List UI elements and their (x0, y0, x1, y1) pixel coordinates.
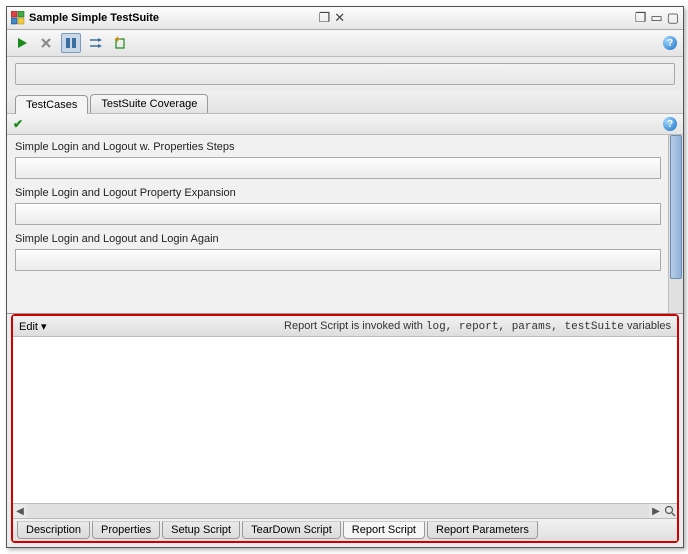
testcase-label: Simple Login and Logout Property Expansi… (15, 187, 661, 199)
tab-coverage[interactable]: TestSuite Coverage (90, 94, 208, 113)
maximize-icon[interactable]: ▢ (667, 12, 679, 25)
minimize-icon[interactable]: ▭ (650, 12, 662, 25)
detach-icon[interactable]: ❐ (319, 12, 331, 25)
bottom-tab-teardown-script[interactable]: TearDown Script (242, 521, 341, 539)
loop-button[interactable] (61, 33, 81, 53)
testcase-label: Simple Login and Logout and Login Again (15, 233, 661, 245)
scrollbar-track[interactable] (27, 504, 649, 518)
vertical-scrollbar[interactable] (668, 135, 683, 313)
stop-button[interactable] (37, 34, 55, 52)
search-row (7, 57, 683, 91)
testcases-toolbar: ✔ ? (7, 113, 683, 135)
zoom-icon[interactable] (663, 504, 677, 518)
edit-hint-prefix: Report Script is invoked with (284, 320, 426, 332)
testcase-progress (15, 249, 661, 271)
window-controls-right: ❐ ▭ ▢ (635, 12, 679, 25)
edit-dropdown[interactable]: Edit ▾ (19, 320, 47, 333)
testcase-row[interactable]: Simple Login and Logout w. Properties St… (7, 135, 669, 181)
testcase-row[interactable]: Simple Login and Logout and Login Again (7, 227, 669, 273)
bottom-tabs: Description Properties Setup Script Tear… (13, 519, 677, 541)
tab-testcases-label: TestCases (26, 99, 77, 111)
window-title: Sample Simple TestSuite (29, 12, 311, 24)
bottom-tab-label: Setup Script (171, 524, 231, 536)
bottom-tab-description[interactable]: Description (17, 521, 90, 539)
bottom-tab-label: TearDown Script (251, 524, 332, 536)
bottom-tab-label: Properties (101, 524, 151, 536)
bottom-tab-setup-script[interactable]: Setup Script (162, 521, 240, 539)
bottom-tab-properties[interactable]: Properties (92, 521, 160, 539)
bottom-tab-label: Report Parameters (436, 524, 529, 536)
testcase-progress (15, 157, 661, 179)
testcases-panel: Simple Login and Logout w. Properties St… (7, 135, 683, 314)
bottom-tab-report-script[interactable]: Report Script (343, 521, 425, 539)
titlebar: Sample Simple TestSuite ❐ ✕ ❐ ▭ ▢ (7, 7, 683, 30)
window-root: Sample Simple TestSuite ❐ ✕ ❐ ▭ ▢ (6, 6, 684, 548)
close-tab-icon[interactable]: ✕ (334, 12, 345, 25)
testcases-list: Simple Login and Logout w. Properties St… (7, 135, 669, 313)
edit-hint-suffix: variables (624, 320, 671, 332)
check-icon[interactable]: ✔ (13, 117, 23, 131)
testcase-label: Simple Login and Logout w. Properties St… (15, 141, 661, 153)
search-input[interactable] (15, 63, 675, 85)
scroll-left-icon[interactable]: ◀ (13, 506, 27, 517)
testcase-progress (15, 203, 661, 225)
parallel-button[interactable] (87, 34, 105, 52)
horizontal-scrollbar[interactable]: ◀ ▶ (13, 504, 677, 519)
edit-hint-vars: log, report, params, testSuite (426, 321, 624, 333)
run-button[interactable] (13, 34, 31, 52)
bottom-tab-report-parameters[interactable]: Report Parameters (427, 521, 538, 539)
help-icon[interactable]: ? (663, 36, 677, 50)
restore-icon[interactable]: ❐ (635, 12, 647, 25)
top-tabs: TestCases TestSuite Coverage (7, 91, 683, 113)
new-testcase-button[interactable]: ✦ (111, 34, 129, 52)
edit-hint: Report Script is invoked with log, repor… (284, 320, 671, 333)
help-icon[interactable]: ? (663, 117, 677, 131)
window-tab-controls-left: ❐ ✕ (319, 12, 346, 25)
scrollbar-thumb[interactable] (670, 135, 682, 279)
tab-testcases[interactable]: TestCases (15, 95, 88, 114)
svg-text:✦: ✦ (114, 36, 121, 44)
testcase-row[interactable]: Simple Login and Logout Property Expansi… (7, 181, 669, 227)
scroll-right-icon[interactable]: ▶ (649, 506, 663, 517)
tab-coverage-label: TestSuite Coverage (101, 98, 197, 110)
main-toolbar: ✦ ? (7, 30, 683, 57)
edit-header: Edit ▾ Report Script is invoked with log… (13, 316, 677, 337)
bottom-tab-label: Report Script (352, 524, 416, 536)
testsuite-icon (11, 11, 25, 25)
report-script-panel: Edit ▾ Report Script is invoked with log… (11, 314, 679, 543)
bottom-tab-label: Description (26, 524, 81, 536)
script-editor[interactable] (13, 337, 677, 504)
